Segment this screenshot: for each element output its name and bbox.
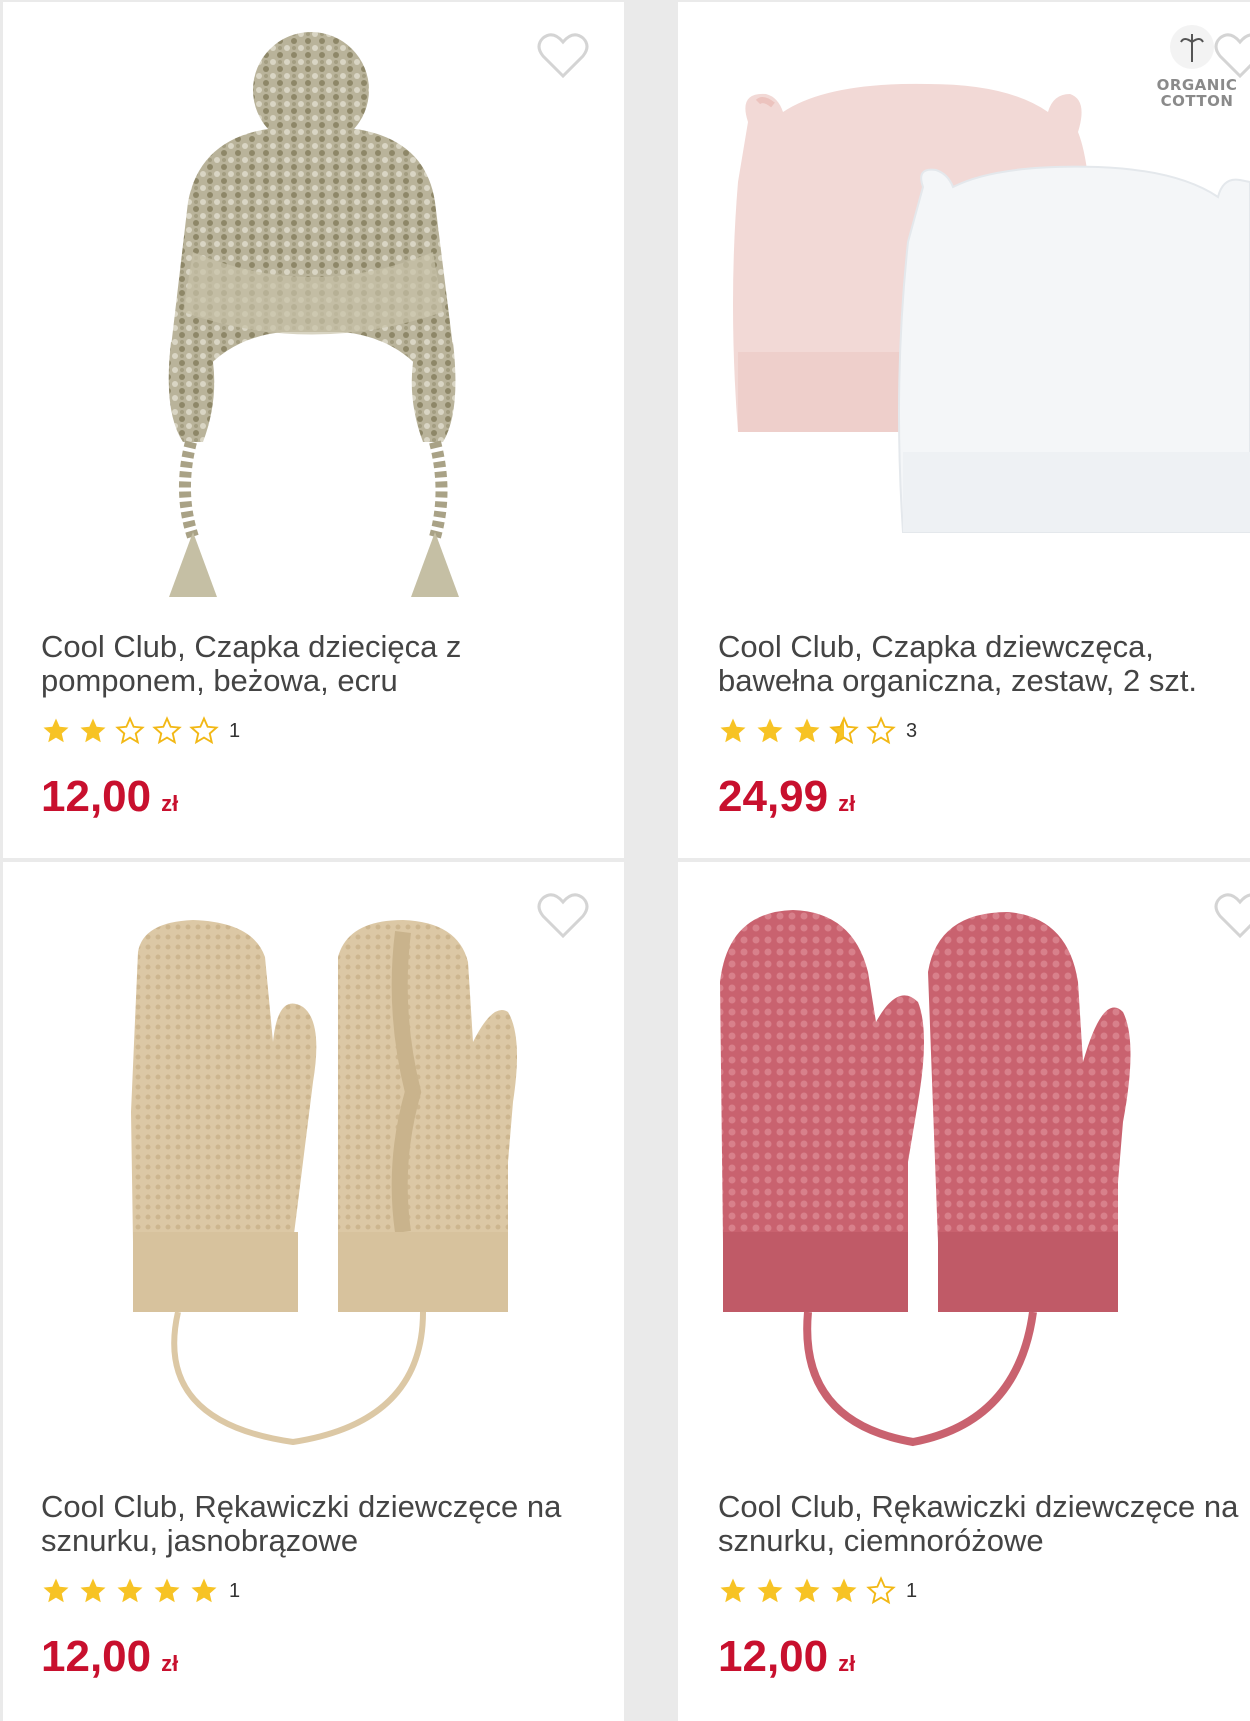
- price-currency: zł: [838, 791, 856, 816]
- badge-label: ORGANIC COTTON: [1156, 76, 1238, 110]
- product-title[interactable]: Cool Club, Czapka dziewczęca, bawełna or…: [718, 630, 1250, 698]
- star-empty-icon: [152, 716, 182, 745]
- product-title[interactable]: Cool Club, Czapka dziecięca z pomponem, …: [41, 630, 601, 698]
- star-filled-icon: [757, 718, 783, 743]
- price-amount: 12,00: [41, 772, 152, 821]
- star-filled-icon: [43, 1578, 69, 1603]
- product-price: 12,00 zł: [41, 772, 178, 829]
- price-amount: 12,00: [41, 1632, 152, 1681]
- star-filled-icon: [154, 1578, 180, 1603]
- favorite-heart-icon[interactable]: [537, 892, 589, 940]
- star-filled-icon: [117, 1578, 143, 1603]
- rating-count: 1: [906, 1579, 918, 1602]
- star-filled-icon: [191, 1578, 217, 1603]
- star-filled-icon: [80, 1578, 106, 1603]
- star-filled-icon: [43, 718, 69, 743]
- product-card[interactable]: Cool Club, Rękawiczki dziewczęce na sznu…: [3, 862, 624, 1721]
- product-image-beige-hat[interactable]: [3, 2, 624, 602]
- product-price: 12,00 zł: [718, 1632, 855, 1689]
- product-rating: 3: [718, 715, 917, 747]
- rating-count: 3: [906, 719, 918, 742]
- star-empty-icon: [189, 716, 219, 745]
- star-half-icon: [829, 716, 859, 745]
- price-currency: zł: [161, 1651, 179, 1676]
- price-currency: zł: [838, 1651, 856, 1676]
- product-image-pink-mittens[interactable]: [678, 862, 1250, 1462]
- product-card[interactable]: ORGANIC COTTON Cool Club, Czapka dziewcz…: [678, 2, 1250, 858]
- star-filled-icon: [80, 718, 106, 743]
- product-price: 12,00 zł: [41, 1632, 178, 1689]
- price-amount: 24,99: [718, 772, 829, 821]
- product-rating: 1: [718, 1575, 917, 1607]
- rating-count: 1: [229, 719, 241, 742]
- favorite-heart-icon[interactable]: [1214, 32, 1250, 80]
- favorite-heart-icon[interactable]: [537, 32, 589, 80]
- star-filled-icon: [831, 1578, 857, 1603]
- product-image-beige-mittens[interactable]: [3, 862, 624, 1462]
- star-empty-icon: [866, 716, 896, 745]
- product-rating: 1: [41, 715, 240, 747]
- star-empty-icon: [115, 716, 145, 745]
- star-filled-icon: [720, 1578, 746, 1603]
- star-filled-icon: [794, 718, 820, 743]
- product-card[interactable]: Cool Club, Rękawiczki dziewczęce na sznu…: [678, 862, 1250, 1721]
- product-grid: Cool Club, Czapka dziecięca z pomponem, …: [0, 0, 1250, 1721]
- product-card[interactable]: Cool Club, Czapka dziecięca z pomponem, …: [3, 2, 624, 858]
- star-filled-icon: [757, 1578, 783, 1603]
- product-title[interactable]: Cool Club, Rękawiczki dziewczęce na sznu…: [718, 1490, 1250, 1558]
- star-filled-icon: [720, 718, 746, 743]
- price-currency: zł: [161, 791, 179, 816]
- star-filled-icon: [794, 1578, 820, 1603]
- price-amount: 12,00: [718, 1632, 829, 1681]
- product-title[interactable]: Cool Club, Rękawiczki dziewczęce na sznu…: [41, 1490, 601, 1558]
- star-empty-icon: [866, 1576, 896, 1605]
- favorite-heart-icon[interactable]: [1214, 892, 1250, 940]
- product-rating: 1: [41, 1575, 240, 1607]
- organic-tree-icon: [1170, 25, 1214, 69]
- product-price: 24,99 zł: [718, 772, 855, 829]
- rating-count: 1: [229, 1579, 241, 1602]
